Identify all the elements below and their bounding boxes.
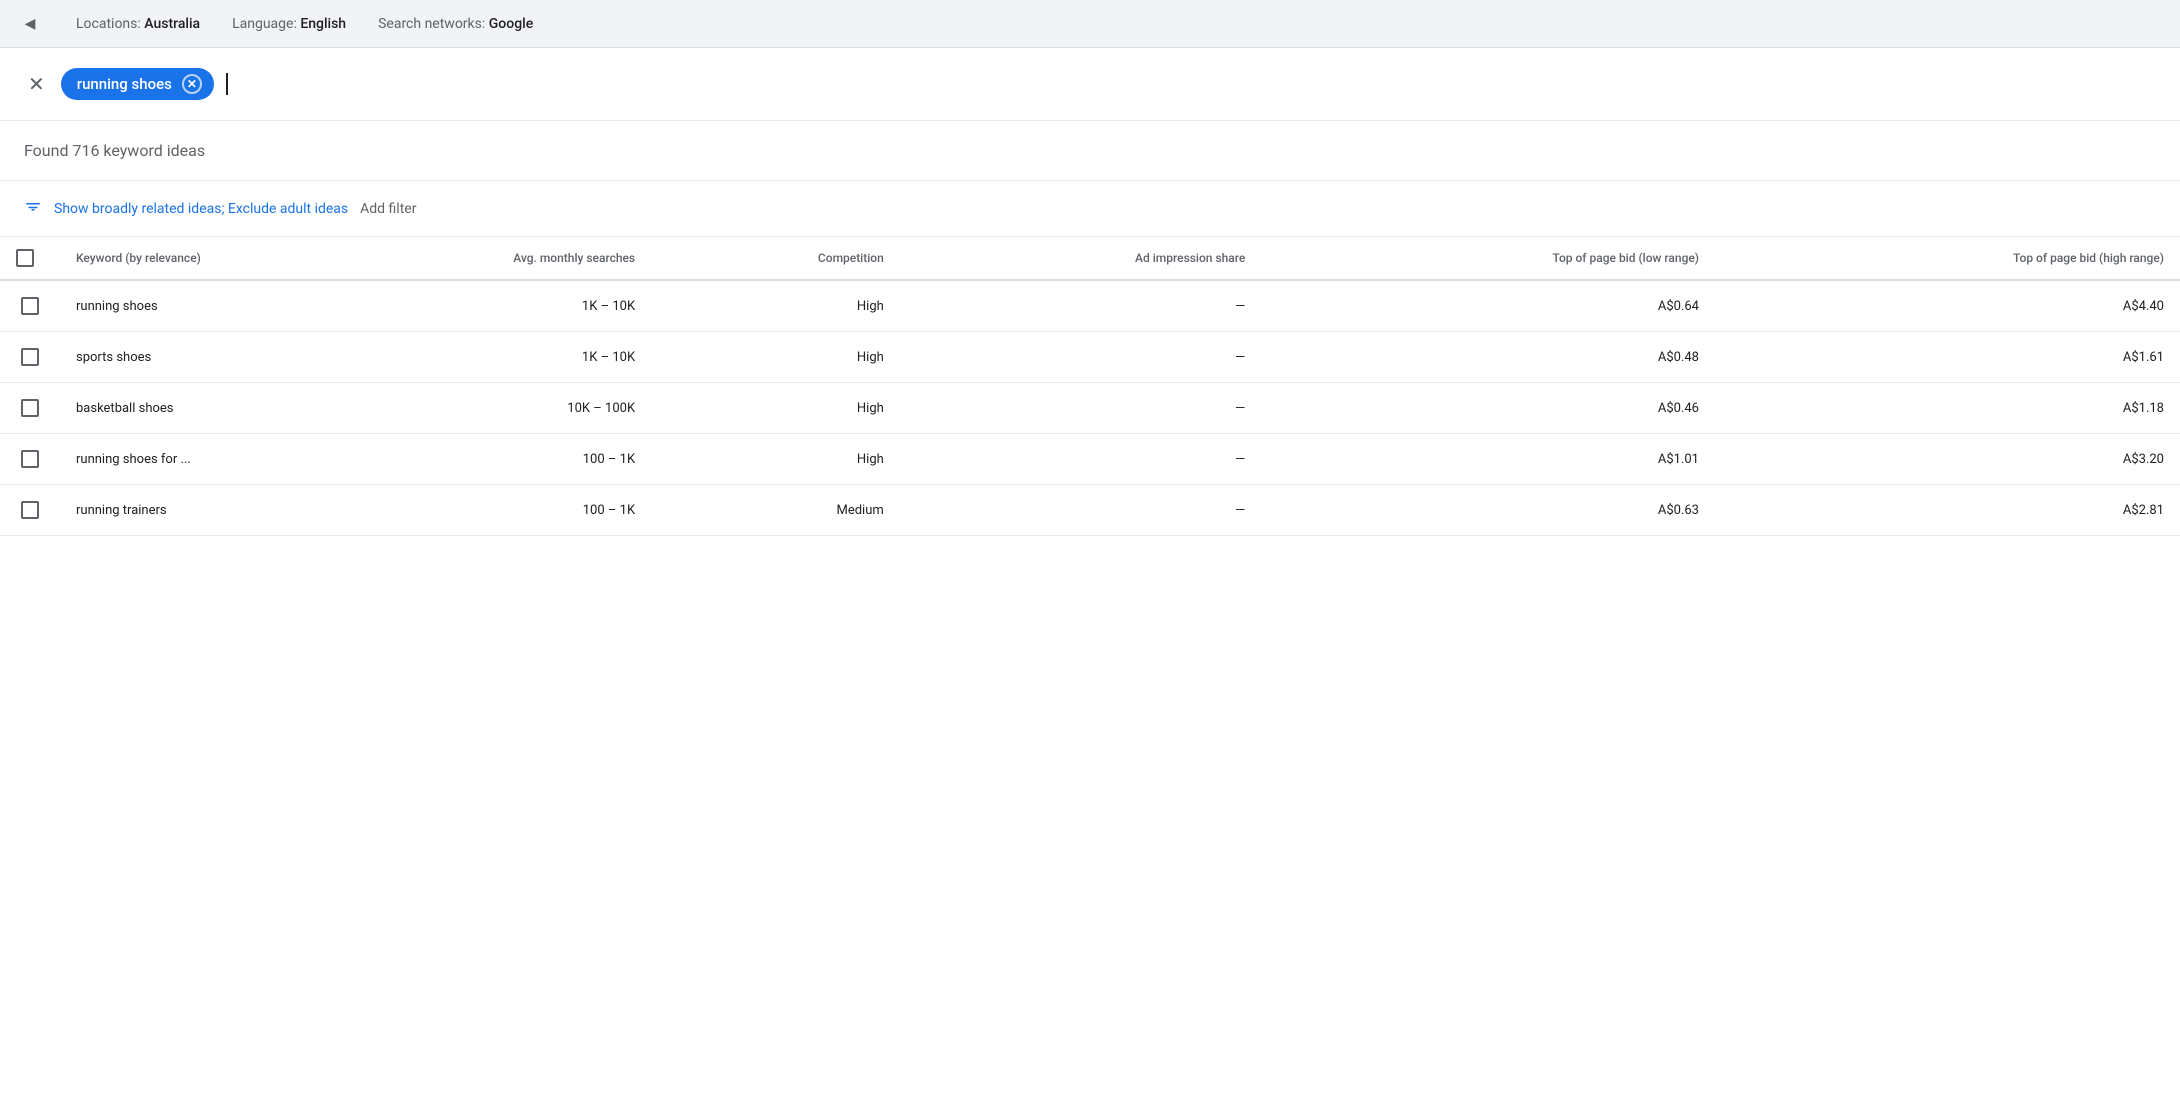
col-header-top-bid-high[interactable]: Top of page bid (high range) <box>1715 237 2180 280</box>
row-ad-impression-2: — <box>900 383 1262 434</box>
row-competition-4: Medium <box>651 485 900 536</box>
row-top-bid-low-1: A$0.48 <box>1261 332 1715 383</box>
search-cursor <box>226 73 228 95</box>
row-avg-monthly-3: 100 – 1K <box>260 434 651 485</box>
row-keyword-3: running shoes for ... <box>60 434 260 485</box>
row-keyword-0: running shoes <box>60 280 260 332</box>
row-checkbox-cell <box>0 332 60 383</box>
row-top-bid-low-2: A$0.46 <box>1261 383 1715 434</box>
close-button[interactable]: ✕ <box>24 70 49 98</box>
row-ad-impression-1: — <box>900 332 1262 383</box>
keywords-table: Keyword (by relevance) Avg. monthly sear… <box>0 237 2180 536</box>
row-checkbox-cell <box>0 434 60 485</box>
col-header-checkbox <box>0 237 60 280</box>
top-bar: ◀ Locations: Australia Language: English… <box>0 0 2180 48</box>
row-competition-2: High <box>651 383 900 434</box>
row-top-bid-high-1: A$1.61 <box>1715 332 2180 383</box>
table-row: running shoes 1K – 10K High — A$0.64 A$4… <box>0 280 2180 332</box>
col-header-competition[interactable]: Competition <box>651 237 900 280</box>
row-top-bid-high-2: A$1.18 <box>1715 383 2180 434</box>
row-keyword-2: basketball shoes <box>60 383 260 434</box>
row-competition-0: High <box>651 280 900 332</box>
language-item: Language: English <box>232 16 346 32</box>
keyword-chip: running shoes ✕ <box>61 68 214 100</box>
row-checkbox-1[interactable] <box>21 348 39 366</box>
keywords-table-container: Keyword (by relevance) Avg. monthly sear… <box>0 237 2180 536</box>
row-checkbox-cell <box>0 485 60 536</box>
row-avg-monthly-0: 1K – 10K <box>260 280 651 332</box>
select-all-checkbox[interactable] <box>16 249 34 267</box>
row-top-bid-low-4: A$0.63 <box>1261 485 1715 536</box>
network-item: Search networks: Google <box>378 16 533 32</box>
filter-link[interactable]: Show broadly related ideas; Exclude adul… <box>54 201 348 217</box>
found-count-text: Found 716 keyword ideas <box>24 141 205 160</box>
row-checkbox-3[interactable] <box>21 450 39 468</box>
col-header-avg-monthly[interactable]: Avg. monthly searches <box>260 237 651 280</box>
filter-bar: Show broadly related ideas; Exclude adul… <box>0 181 2180 237</box>
row-competition-1: High <box>651 332 900 383</box>
row-checkbox-cell <box>0 383 60 434</box>
row-avg-monthly-4: 100 – 1K <box>260 485 651 536</box>
row-top-bid-low-3: A$1.01 <box>1261 434 1715 485</box>
table-row: running trainers 100 – 1K Medium — A$0.6… <box>0 485 2180 536</box>
filter-icon <box>24 197 42 220</box>
col-header-ad-impression[interactable]: Ad impression share <box>900 237 1262 280</box>
row-top-bid-low-0: A$0.64 <box>1261 280 1715 332</box>
row-competition-3: High <box>651 434 900 485</box>
row-checkbox-4[interactable] <box>21 501 39 519</box>
row-ad-impression-4: — <box>900 485 1262 536</box>
row-checkbox-cell <box>0 280 60 332</box>
row-keyword-4: running trainers <box>60 485 260 536</box>
row-avg-monthly-1: 1K – 10K <box>260 332 651 383</box>
search-area: ✕ running shoes ✕ <box>0 48 2180 121</box>
row-ad-impression-3: — <box>900 434 1262 485</box>
add-filter-button[interactable]: Add filter <box>360 201 416 217</box>
sidebar-toggle[interactable]: ◀ <box>16 10 44 38</box>
table-row: basketball shoes 10K – 100K High — A$0.4… <box>0 383 2180 434</box>
row-avg-monthly-2: 10K – 100K <box>260 383 651 434</box>
row-keyword-1: sports shoes <box>60 332 260 383</box>
row-checkbox-2[interactable] <box>21 399 39 417</box>
col-header-top-bid-low[interactable]: Top of page bid (low range) <box>1261 237 1715 280</box>
table-row: running shoes for ... 100 – 1K High — A$… <box>0 434 2180 485</box>
row-top-bid-high-3: A$3.20 <box>1715 434 2180 485</box>
keyword-chip-text: running shoes <box>77 75 172 93</box>
row-checkbox-0[interactable] <box>21 297 39 315</box>
found-bar: Found 716 keyword ideas <box>0 121 2180 181</box>
row-top-bid-high-0: A$4.40 <box>1715 280 2180 332</box>
row-top-bid-high-4: A$2.81 <box>1715 485 2180 536</box>
table-row: sports shoes 1K – 10K High — A$0.48 A$1.… <box>0 332 2180 383</box>
keyword-chip-close-button[interactable]: ✕ <box>182 74 202 94</box>
col-header-keyword[interactable]: Keyword (by relevance) <box>60 237 260 280</box>
location-item: Locations: Australia <box>76 16 200 32</box>
table-header-row: Keyword (by relevance) Avg. monthly sear… <box>0 237 2180 280</box>
row-ad-impression-0: — <box>900 280 1262 332</box>
